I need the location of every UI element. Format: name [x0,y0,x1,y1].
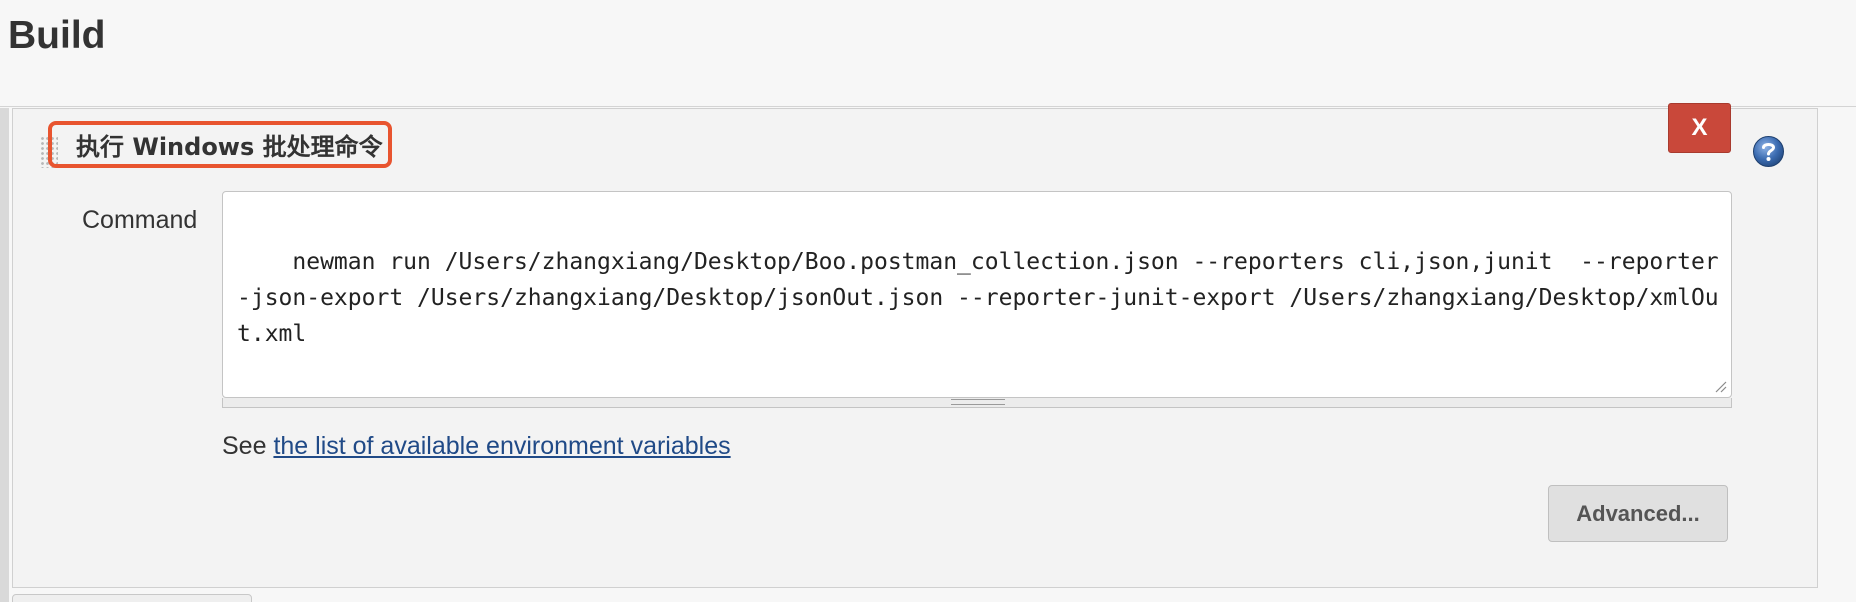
section-title: Build [8,14,106,57]
env-vars-hint: See the list of available environment va… [222,432,731,461]
help-icon[interactable] [1752,135,1785,168]
add-build-step-button[interactable] [12,594,252,602]
resize-bar-grip-icon [951,399,1005,405]
command-label: Command [82,206,198,234]
left-gutter [0,108,9,602]
advanced-button[interactable]: Advanced... [1548,485,1728,542]
build-step-header: 执行 Windows 批处理命令 [48,121,392,168]
command-text: newman run /Users/zhangxiang/Desktop/Boo… [237,249,1719,347]
command-textarea[interactable]: newman run /Users/zhangxiang/Desktop/Boo… [222,191,1732,398]
env-vars-link[interactable]: the list of available environment variab… [273,432,730,460]
env-vars-hint-prefix: See [222,432,274,460]
header-divider [0,106,1856,107]
build-page: Build 执行 Windows 批处理命令 X Command newman … [0,0,1856,602]
resize-grip-icon[interactable] [1713,379,1727,393]
textarea-resize-bar[interactable] [222,398,1732,408]
build-step-title: 执行 Windows 批处理命令 [76,133,383,161]
delete-step-button[interactable]: X [1668,103,1731,153]
